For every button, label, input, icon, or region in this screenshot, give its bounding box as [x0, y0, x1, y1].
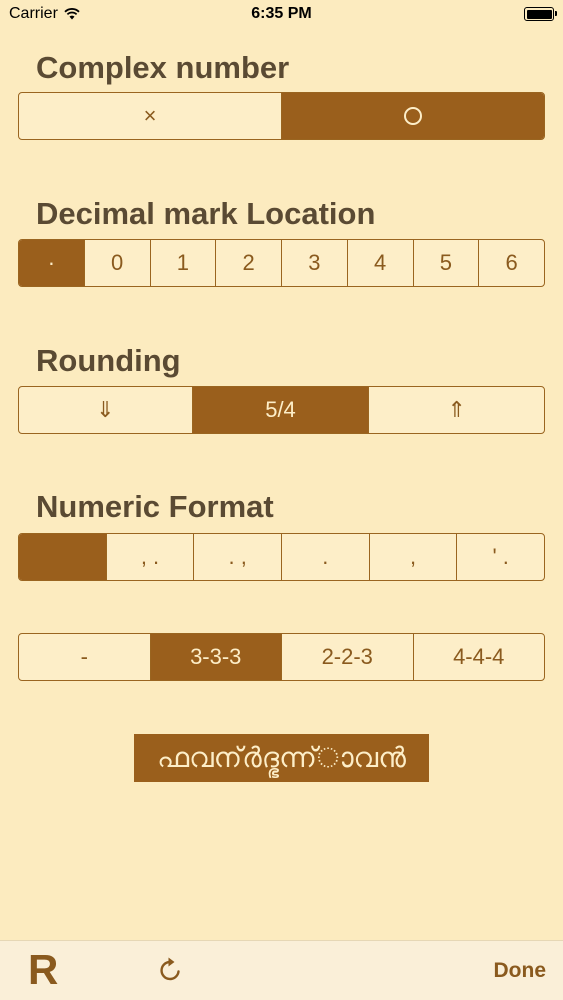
- numeric-format-option-comma[interactable]: ,: [370, 534, 458, 580]
- complex-number-title: Complex number: [36, 50, 290, 85]
- status-bar: Carrier 6:35 PM: [0, 0, 563, 30]
- numeric-format-option-apostrophe-dot[interactable]: ' .: [457, 534, 544, 580]
- decimal-mark-option-2[interactable]: 2: [216, 240, 282, 286]
- decimal-mark-option-6[interactable]: 6: [479, 240, 544, 286]
- rounding-segmented-control: ⇓ 5/4 ⇑: [18, 386, 545, 434]
- rounding-option-half-up[interactable]: 5/4: [192, 387, 370, 433]
- numeric-format-option-dot[interactable]: .: [282, 534, 370, 580]
- done-button[interactable]: Done: [494, 959, 547, 983]
- decimal-mark-option-0[interactable]: 0: [85, 240, 151, 286]
- battery-icon: [524, 7, 557, 21]
- numeric-format-option-dot-comma[interactable]: . ,: [194, 534, 283, 580]
- bottom-toolbar: R Done: [0, 940, 563, 1000]
- refresh-icon[interactable]: [156, 955, 186, 985]
- r-logo[interactable]: R: [28, 949, 58, 991]
- decimal-mark-option-3[interactable]: 3: [282, 240, 348, 286]
- decimal-mark-segmented-control: · 0 1 2 3 4 5 6: [18, 239, 545, 287]
- grouping-option-none[interactable]: -: [19, 634, 151, 680]
- grouping-option-3-3-3[interactable]: 3-3-3: [150, 634, 282, 680]
- decimal-mark-option-5[interactable]: 5: [414, 240, 480, 286]
- ring-icon: [404, 107, 422, 125]
- rounding-option-up-icon[interactable]: ⇑: [369, 387, 544, 433]
- numeric-format-option-comma-dot[interactable]: , .: [107, 534, 195, 580]
- numeric-format-segmented-control: , . . , . , ' .: [18, 533, 545, 581]
- numeric-format-option-none[interactable]: [19, 534, 107, 580]
- rounding-option-down-icon[interactable]: ⇓: [19, 387, 193, 433]
- decimal-mark-option-4[interactable]: 4: [348, 240, 414, 286]
- complex-number-segmented-control: ×: [18, 92, 545, 140]
- numeric-format-title: Numeric Format: [36, 489, 274, 524]
- status-time: 6:35 PM: [251, 5, 312, 22]
- grouping-segmented-control: - 3-3-3 2-2-3 4-4-4: [18, 633, 545, 681]
- grouping-option-2-2-3[interactable]: 2-2-3: [282, 634, 414, 680]
- complex-number-option-multiply[interactable]: ×: [19, 93, 282, 139]
- rounding-title: Rounding: [36, 343, 181, 378]
- language-action-button[interactable]: ഫവന്ർദ്ഭന്ന്ാവൻ: [134, 734, 429, 782]
- decimal-mark-title: Decimal mark Location: [36, 196, 376, 231]
- grouping-option-4-4-4[interactable]: 4-4-4: [414, 634, 545, 680]
- decimal-mark-option-dot[interactable]: ·: [19, 240, 85, 286]
- complex-number-option-ring[interactable]: [282, 93, 544, 139]
- decimal-mark-option-1[interactable]: 1: [151, 240, 217, 286]
